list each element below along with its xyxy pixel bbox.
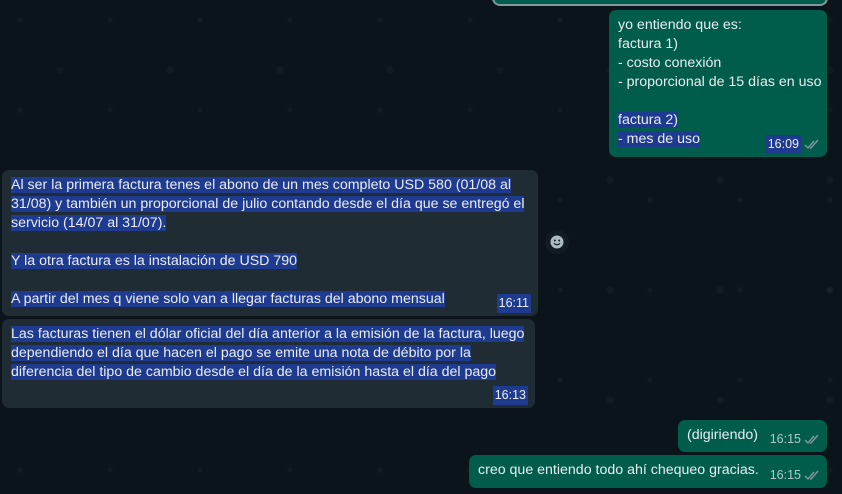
message-line: servicio (14/07 al 31/07). [11,215,167,231]
double-check-icon [804,434,819,445]
message-line: 31/08) y también un proporcional de juli… [11,196,525,212]
double-check-icon [804,470,819,481]
message-line: Y la otra factura es la instalación de U… [11,253,298,269]
incoming-message[interactable]: Las facturas tienen el dólar oficial del… [2,319,535,408]
outgoing-message[interactable]: (digiriendo) 16:15 [678,420,827,452]
message-line: - costo conexión [618,55,722,71]
message-line: diferencia del tipo de cambio desde el d… [11,364,497,380]
outgoing-message[interactable]: yo entiendo que es: factura 1) - costo c… [609,10,827,157]
previous-message-bubble [492,0,828,6]
message-time: 16:15 [769,432,801,446]
message-time: 16:15 [769,468,801,482]
message-line: - proporcional de 15 días en uso [618,74,822,90]
message-line: yo entiendo que es: [618,17,742,33]
message-meta: 16:15 [770,466,820,485]
message-meta: 16:11 [496,294,531,313]
message-line: - mes de uso [618,131,701,147]
message-time: 16:09 [765,135,801,154]
emoji-smile-icon [550,235,564,249]
message-line: dependiendo el día que hacen el pago se … [11,345,471,361]
message-line: factura 2) [618,112,678,128]
react-button[interactable] [545,230,569,254]
message-meta: 16:09 [765,135,820,154]
incoming-message[interactable]: Al ser la primera factura tenes el abono… [2,170,538,316]
message-line: (digiriendo) [687,427,758,443]
message-meta: 16:13 [492,386,528,405]
double-check-icon [804,139,819,150]
message-line [618,92,819,111]
message-time: 16:13 [492,386,528,405]
message-line: creo que entiendo todo ahí chequeo graci… [478,462,759,478]
message-line: Las facturas tienen el dólar oficial del… [11,326,525,342]
message-time: 16:11 [496,294,531,313]
message-line: factura 1) [618,36,678,52]
message-meta: 16:15 [770,430,820,449]
message-line: Al ser la primera factura tenes el abono… [11,177,511,193]
outgoing-message[interactable]: creo que entiendo todo ahí chequeo graci… [469,455,827,488]
message-line: A partir del mes q viene solo van a lleg… [11,291,445,307]
